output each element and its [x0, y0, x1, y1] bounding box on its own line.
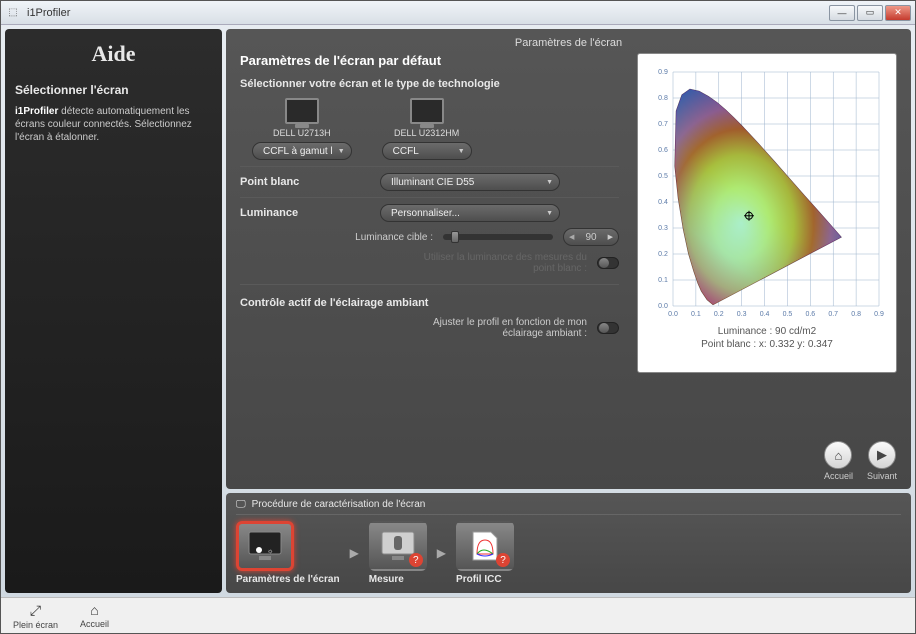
app-icon: ⬚ — [5, 5, 21, 21]
close-button[interactable]: ✕ — [885, 5, 911, 21]
home-button[interactable]: ⌂ Accueil — [824, 441, 853, 481]
luminance-combo[interactable]: Personnaliser... — [380, 204, 560, 222]
svg-text:0.4: 0.4 — [760, 311, 770, 318]
svg-text:0.2: 0.2 — [658, 251, 668, 258]
titlebar: ⬚ i1Profiler — ▭ ✕ — [1, 1, 915, 25]
white-point-combo[interactable]: Illuminant CIE D55 — [380, 173, 560, 191]
monitor-label: DELL U2713H — [273, 128, 331, 138]
ambient-label: Ajuster le profil en fonction de mon écl… — [407, 317, 587, 339]
footer: ⤢ Plein écran ⌂ Accueil — [1, 597, 915, 633]
help-badge-icon: ? — [409, 553, 423, 567]
chromaticity-preview: 0.0 0.1 0.2 0.3 0.4 0.5 0.6 0.7 0.8 0.9 0.0 0.1 0.2 0… — [637, 53, 897, 373]
svg-text:0.3: 0.3 — [737, 311, 747, 318]
svg-text:0.7: 0.7 — [658, 121, 668, 128]
white-point-label: Point blanc — [240, 176, 380, 188]
svg-text:0.6: 0.6 — [658, 147, 668, 154]
minimize-button[interactable]: — — [829, 5, 855, 21]
footer-home-button[interactable]: ⌂ Accueil — [80, 602, 109, 629]
svg-text:0.9: 0.9 — [658, 69, 668, 76]
target-luminance-slider[interactable] — [443, 234, 553, 240]
svg-text:0.1: 0.1 — [658, 277, 668, 284]
help-badge-icon: ? — [496, 553, 510, 567]
luminance-label: Luminance — [240, 207, 380, 219]
svg-text:0.1: 0.1 — [691, 311, 701, 318]
monitor-icon — [285, 98, 319, 124]
fullscreen-button[interactable]: ⤢ Plein écran — [13, 602, 58, 630]
use-measure-label: Utiliser la luminance des mesures du poi… — [407, 252, 587, 274]
monitor-option-1[interactable]: DELL U2312HM CCFL — [382, 98, 472, 160]
monitor-label: DELL U2312HM — [394, 128, 459, 138]
ambient-toggle[interactable] — [597, 322, 619, 334]
monitor-icon — [410, 98, 444, 124]
svg-text:0.8: 0.8 — [658, 95, 668, 102]
help-title: Aide — [15, 41, 212, 67]
svg-text:0.4: 0.4 — [658, 199, 668, 206]
workflow-title: Procédure de caractérisation de l'écran — [252, 499, 426, 510]
fullscreen-icon: ⤢ — [30, 602, 41, 619]
workflow-panel: 🖵 Procédure de caractérisation de l'écra… — [226, 493, 911, 593]
preview-whitepoint-text: Point blanc : x: 0.332 y: 0.347 — [701, 339, 833, 350]
target-luminance-label: Luminance cible : — [355, 232, 433, 243]
workflow-step-settings[interactable]: ☼ Paramètres de l'écran — [236, 521, 340, 585]
svg-text:0.6: 0.6 — [805, 311, 815, 318]
home-icon: ⌂ — [824, 441, 852, 469]
svg-text:0.0: 0.0 — [658, 303, 668, 310]
svg-text:0.5: 0.5 — [783, 311, 793, 318]
monitor-icon: 🖵 — [236, 499, 246, 510]
panel-title: Paramètres de l'écran par défaut — [240, 53, 619, 68]
monitor-tech-combo-1[interactable]: CCFL — [382, 142, 472, 160]
next-button[interactable]: ▶ Suivant — [867, 441, 897, 481]
workflow-step-profile[interactable]: ? Profil ICC — [456, 521, 514, 585]
chevron-right-icon: ▶ — [437, 546, 446, 560]
svg-text:0.0: 0.0 — [668, 311, 678, 318]
svg-text:0.3: 0.3 — [658, 225, 668, 232]
svg-text:☼: ☼ — [267, 548, 273, 555]
app-title: i1Profiler — [27, 7, 829, 19]
settings-panel: Paramètres de l'écran Paramètres de l'éc… — [226, 29, 911, 489]
chromaticity-chart: 0.0 0.1 0.2 0.3 0.4 0.5 0.6 0.7 0.8 0.9 0.0 0.1 0.2 0… — [647, 64, 887, 324]
help-body: i1Profiler détecte automatiquement les é… — [15, 105, 212, 144]
svg-text:0.7: 0.7 — [828, 311, 838, 318]
home-icon: ⌂ — [90, 602, 98, 618]
svg-text:0.8: 0.8 — [851, 311, 861, 318]
monitor-tech-combo-0[interactable]: CCFL à gamut l — [252, 142, 352, 160]
ambient-title: Contrôle actif de l'éclairage ambiant — [240, 297, 619, 309]
preview-luminance-text: Luminance : 90 cd/m2 — [718, 326, 816, 337]
chevron-right-icon: ▶ — [350, 546, 359, 560]
help-subtitle: Sélectionner l'écran — [15, 83, 212, 97]
panel-header: Paramètres de l'écran — [240, 37, 897, 49]
maximize-button[interactable]: ▭ — [857, 5, 883, 21]
select-monitor-label: Sélectionner votre écran et le type de t… — [240, 78, 619, 90]
target-luminance-value[interactable]: 90 — [563, 228, 619, 246]
workflow-step-measure[interactable]: ? Mesure — [369, 521, 427, 585]
monitor-option-0[interactable]: DELL U2713H CCFL à gamut l — [252, 98, 352, 160]
svg-text:0.5: 0.5 — [658, 173, 668, 180]
use-measure-toggle — [597, 257, 619, 269]
svg-text:0.9: 0.9 — [874, 311, 884, 318]
play-icon: ▶ — [868, 441, 896, 469]
help-sidebar: Aide Sélectionner l'écran i1Profiler dét… — [5, 29, 222, 593]
svg-text:0.2: 0.2 — [714, 311, 724, 318]
